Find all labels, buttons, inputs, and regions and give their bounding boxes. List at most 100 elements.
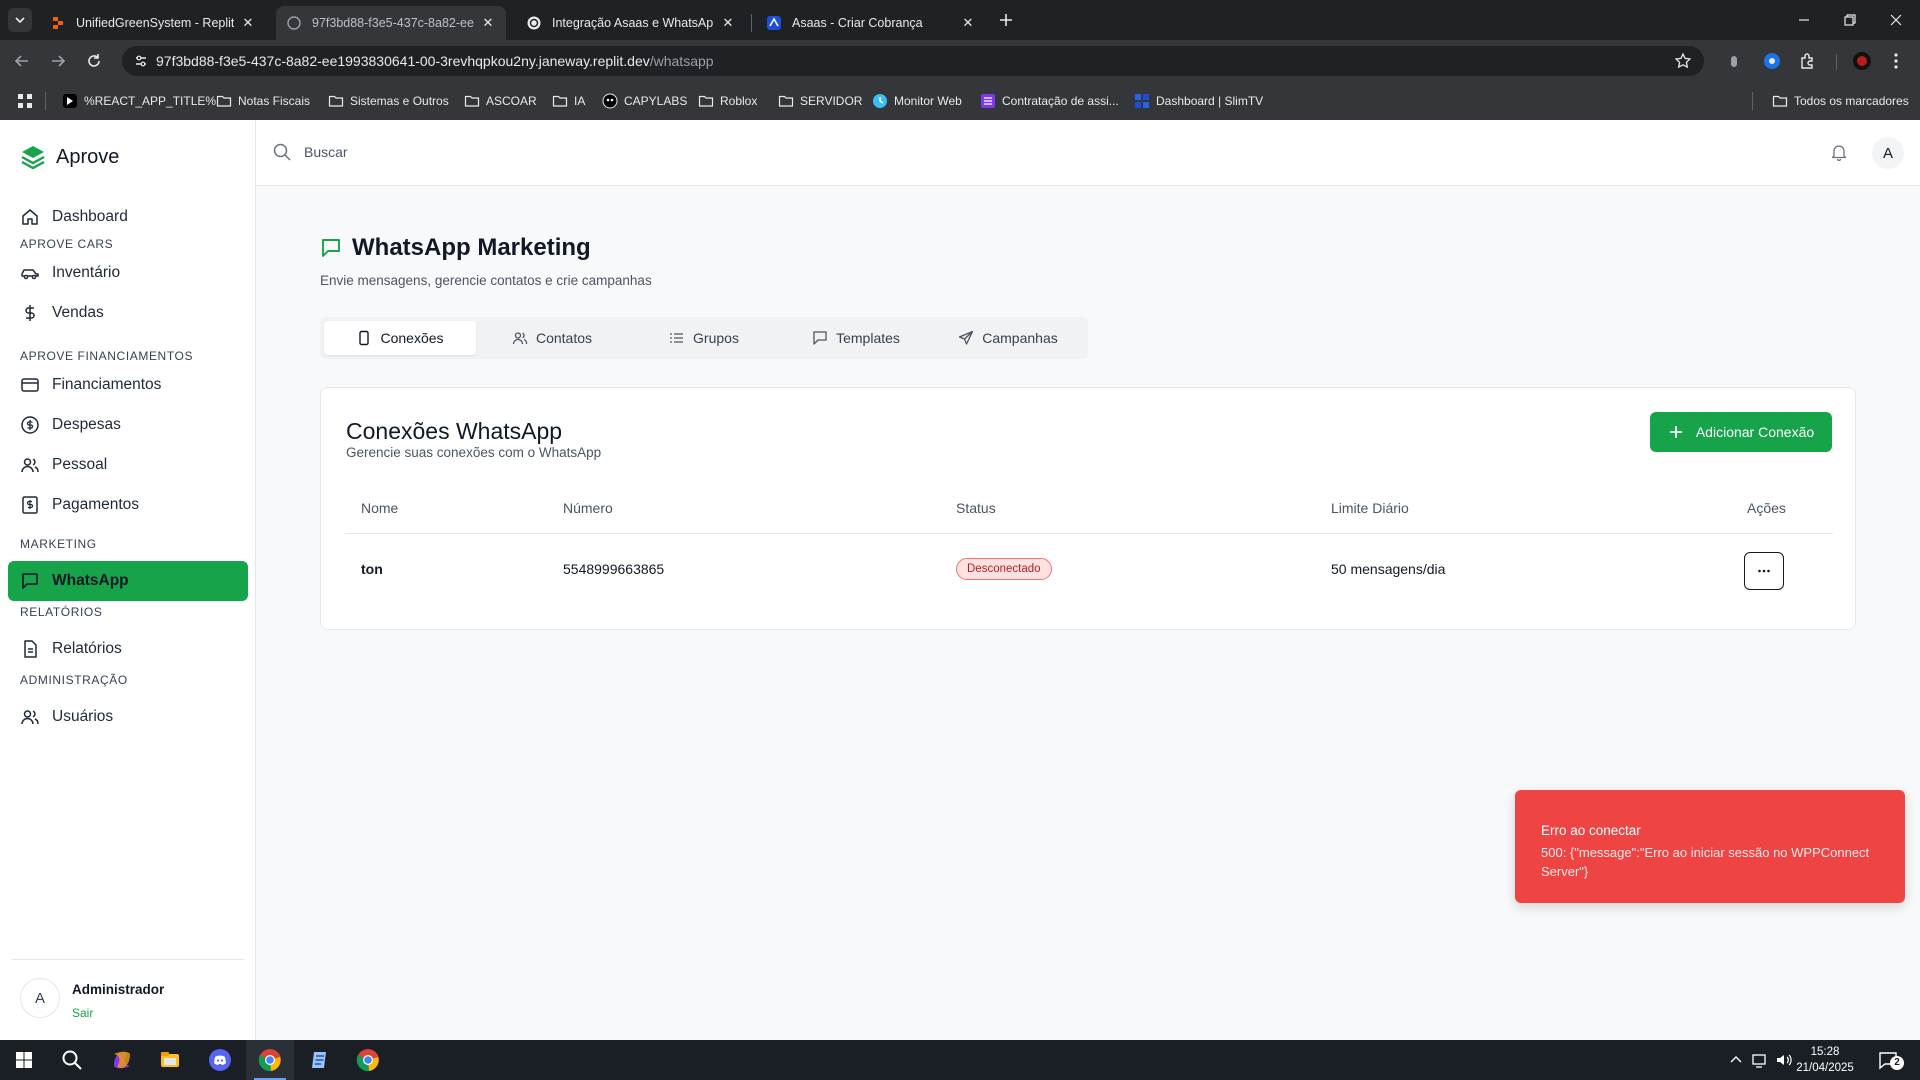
sidebar-item-pessoal[interactable]: Pessoal	[8, 445, 248, 485]
users-icon	[21, 458, 39, 473]
folder-icon	[328, 95, 344, 107]
app-icon	[63, 94, 77, 108]
monitor-icon	[873, 94, 887, 108]
sidebar-item-pagamentos[interactable]: Pagamentos	[8, 485, 248, 525]
bookmark-folder-ia[interactable]: IA	[552, 92, 585, 110]
sidebar-item-inventario[interactable]: Inventário	[8, 253, 248, 293]
folder-icon	[216, 95, 232, 107]
section-aprove-financiamentos: APROVE FINANCIAMENTOS	[20, 349, 194, 363]
taskbar-chrome[interactable]	[246, 1040, 294, 1080]
extensions-puzzle-icon[interactable]	[1798, 51, 1818, 71]
browser-menu-icon[interactable]	[1886, 51, 1906, 71]
error-toast[interactable]: Erro ao conectar 500: {"message":"Erro a…	[1515, 790, 1905, 903]
table-header-divider	[345, 533, 1833, 534]
site-info-icon[interactable]	[134, 54, 148, 68]
section-marketing: MARKETING	[20, 537, 97, 551]
system-clock[interactable]: 15:28 21/04/2025	[1790, 1044, 1860, 1076]
bookmark-monitor-web[interactable]: Monitor Web	[872, 92, 962, 110]
forward-icon[interactable]	[48, 51, 68, 71]
minimize-icon[interactable]	[1794, 10, 1814, 30]
reload-icon[interactable]	[84, 51, 104, 71]
close-icon[interactable]: ✕	[480, 15, 496, 31]
taskbar-copilot[interactable]	[98, 1040, 146, 1080]
bookmark-slimtv[interactable]: Dashboard | SlimTV	[1134, 92, 1263, 110]
tab-title: Integração Asaas e WhatsApp	[552, 16, 714, 30]
logout-link[interactable]: Sair	[72, 1006, 93, 1020]
browser-tab-integracao[interactable]: Integração Asaas e WhatsApp ✕	[516, 6, 746, 40]
bookmark-capylabs[interactable]: CAPYLABS	[602, 92, 687, 110]
avatar[interactable]: A	[1872, 137, 1904, 169]
chevron-up-icon[interactable]	[1726, 1050, 1746, 1070]
taskbar-discord[interactable]	[196, 1040, 244, 1080]
url-path: /whatsapp	[649, 53, 714, 69]
taskbar-notepad[interactable]	[296, 1040, 344, 1080]
close-icon[interactable]: ✕	[240, 15, 256, 31]
network-icon[interactable]	[1750, 1050, 1770, 1070]
sidebar-item-whatsapp[interactable]: WhatsApp	[8, 561, 248, 601]
replit-icon	[53, 17, 63, 29]
sidebar-item-label: WhatsApp	[52, 572, 129, 589]
toast-message: 500: {"message":"Erro ao iniciar sessão …	[1541, 845, 1870, 879]
sidebar-item-usuarios[interactable]: Usuários	[8, 697, 248, 737]
bookmark-folder-sistemas[interactable]: Sistemas e Outros	[328, 92, 449, 110]
top-bar: A	[256, 120, 1920, 186]
browser-tab-replit[interactable]: UnifiedGreenSystem - Replit ✕	[40, 6, 266, 40]
start-button[interactable]	[0, 1040, 48, 1080]
tab-contatos[interactable]: Contatos	[476, 321, 628, 355]
browser-tab-asaas[interactable]: Asaas - Criar Cobrança ✕	[756, 6, 986, 40]
bookmark-label: Todos os marcadores	[1794, 94, 1909, 108]
tab-search-button[interactable]	[8, 8, 32, 32]
sidebar-item-dashboard[interactable]: Dashboard	[8, 197, 248, 237]
extension-blue-icon[interactable]	[1762, 51, 1782, 71]
sidebar-item-vendas[interactable]: Vendas	[8, 293, 248, 333]
search-input[interactable]	[304, 140, 904, 164]
bookmark-label: Roblox	[720, 94, 758, 108]
tab-grupos[interactable]: Grupos	[628, 321, 780, 355]
bookmark-folder-notas[interactable]: Notas Fiscais	[216, 92, 310, 110]
bookmark-label: Dashboard | SlimTV	[1156, 94, 1264, 108]
restore-icon[interactable]	[1840, 10, 1860, 30]
sidebar-item-financiamentos[interactable]: Financiamentos	[8, 365, 248, 405]
browser-tab-active[interactable]: 97f3bd88-f3e5-437c-8a82-ee199 ✕	[276, 6, 506, 40]
section-relatorios: RELATÓRIOS	[20, 605, 103, 619]
sidebar-item-relatorios[interactable]: Relatórios	[8, 629, 248, 669]
address-bar[interactable]: 97f3bd88-f3e5-437c-8a82-ee1993830641-00-…	[122, 46, 1704, 76]
bookmark-contratacao[interactable]: Contratação de assi...	[980, 92, 1119, 110]
whatsapp-tabs: Conexões Contatos Grupos Templates Campa…	[320, 317, 1088, 359]
tab-conexoes[interactable]: Conexões	[324, 321, 476, 355]
back-icon[interactable]	[12, 51, 32, 71]
close-icon[interactable]: ✕	[720, 15, 736, 31]
row-actions-button[interactable]	[1744, 552, 1784, 590]
bookmark-folder-roblox[interactable]: Roblox	[698, 92, 757, 110]
toolbar-divider	[1836, 54, 1837, 70]
taskbar-search[interactable]	[48, 1040, 96, 1080]
bookmark-folder-servidor[interactable]: SERVIDOR	[778, 92, 862, 110]
bookmark-folder-ascoar[interactable]: ASCOAR	[464, 92, 537, 110]
bell-icon[interactable]	[1830, 143, 1848, 161]
bookmark-star-icon[interactable]	[1674, 52, 1692, 70]
daily-limit: 50 mensagens/dia	[1331, 561, 1446, 577]
bookmarks-divider	[1752, 92, 1753, 110]
close-window-icon[interactable]	[1886, 10, 1906, 30]
apps-grid-icon[interactable]	[16, 92, 34, 110]
notification-center[interactable]: 2	[1876, 1048, 1904, 1072]
extension-hand-icon[interactable]	[1724, 51, 1744, 71]
connections-card: Conexões WhatsApp Gerencie suas conexões…	[320, 387, 1856, 630]
clock-date: 21/04/2025	[1796, 1062, 1854, 1074]
brand[interactable]: Aprove	[20, 144, 119, 170]
all-bookmarks-folder[interactable]: Todos os marcadores	[1772, 92, 1909, 110]
sidebar-item-label: Inventário	[52, 264, 121, 281]
globe-icon	[287, 16, 301, 30]
taskbar-chrome-profile[interactable]	[344, 1040, 392, 1080]
taskbar-explorer[interactable]	[146, 1040, 194, 1080]
profile-avatar-icon[interactable]	[1852, 51, 1872, 71]
sidebar-item-despesas[interactable]: Despesas	[8, 405, 248, 445]
add-connection-button[interactable]: Adicionar Conexão	[1650, 412, 1832, 452]
windows-icon	[16, 1052, 32, 1068]
new-tab-icon[interactable]	[996, 10, 1016, 30]
tab-templates[interactable]: Templates	[780, 321, 932, 355]
page-title: WhatsApp Marketing	[352, 234, 591, 261]
bookmark-react-app[interactable]: %REACT_APP_TITLE%	[62, 92, 216, 110]
close-icon[interactable]: ✕	[960, 15, 976, 31]
tab-campanhas[interactable]: Campanhas	[932, 321, 1084, 355]
